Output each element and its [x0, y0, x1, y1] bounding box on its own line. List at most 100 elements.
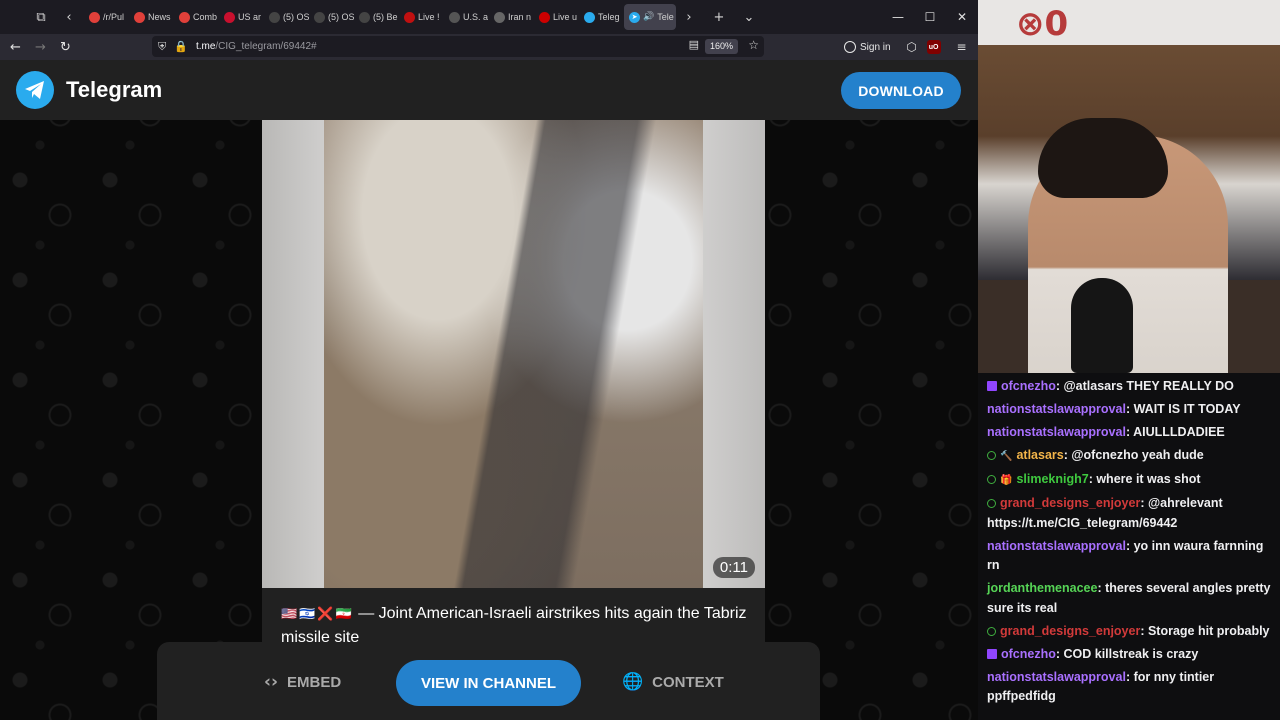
url-text[interactable]: t.me/CIG_telegram/69442#	[196, 41, 317, 52]
favicon-icon	[404, 11, 415, 23]
telegram-brand[interactable]: Telegram	[66, 77, 162, 103]
tab[interactable]: (5) OS	[309, 4, 354, 30]
tab[interactable]: (5) Be	[354, 4, 399, 30]
chat-username[interactable]: nationstatslawapproval	[987, 402, 1126, 416]
video-player[interactable]: 0:11	[262, 120, 765, 588]
tab-label: /r/Pul	[103, 12, 125, 22]
tab[interactable]: Live u	[534, 4, 579, 30]
favicon-icon	[314, 11, 325, 23]
context-button[interactable]: 🌐 CONTEXT	[622, 672, 724, 692]
view-in-channel-button[interactable]: VIEW IN CHANNEL	[396, 660, 581, 706]
chat-username[interactable]: ofcnezho	[1001, 379, 1056, 393]
favicon-icon	[269, 11, 280, 23]
tab[interactable]: /r/Pul	[84, 4, 129, 30]
chat-extra-badge-icon[interactable]: 🎁	[1000, 475, 1012, 486]
ublock-origin-icon[interactable]: uO	[926, 40, 941, 54]
bookmark-star-icon[interactable]: ☆	[748, 38, 759, 52]
forward-icon[interactable]: →	[28, 36, 53, 58]
tab-list-dropdown-icon[interactable]: ⌄	[736, 4, 762, 30]
tab[interactable]: Comb	[174, 4, 219, 30]
extensions-icon[interactable]: ⬡	[901, 40, 923, 54]
chat-username[interactable]: jordanthemenacee	[987, 581, 1097, 595]
tab-scroll-right-icon[interactable]: ›	[676, 4, 702, 30]
chat-text: : Storage hit probably	[1140, 623, 1270, 638]
channel-logo-icon: ⊗0	[1016, 4, 1069, 44]
tab-label: (5) OS	[283, 12, 309, 22]
tab[interactable]: Iran n	[489, 4, 534, 30]
chat-text: : @ofcnezho yeah dude	[1063, 448, 1204, 462]
tab-label: Iran n	[508, 12, 532, 22]
embed-button[interactable]: ‹› EMBED	[264, 672, 341, 692]
close-window-icon[interactable]: ✕	[946, 10, 978, 24]
maximize-icon[interactable]: ☐	[914, 10, 946, 24]
chat-text: : @atlasars THEY REALLY DO	[1055, 379, 1234, 393]
subscriber-badge-icon[interactable]	[987, 648, 997, 659]
account-icon	[844, 41, 856, 53]
tab-label: (5) OS	[328, 12, 354, 22]
chat-username[interactable]: nationstatslawapproval	[987, 539, 1126, 553]
tracking-shield-icon[interactable]: ⛨	[158, 40, 166, 54]
verified-badge-icon[interactable]	[987, 626, 996, 636]
tab-active[interactable]: ➤ 🔊 Tele ✕	[624, 4, 676, 30]
chat-extra-badge-icon[interactable]: 🔨	[1000, 451, 1012, 462]
tab-label: Live !	[418, 12, 440, 22]
chat-username[interactable]: grand_designs_enjoyer	[1000, 496, 1140, 510]
chat-username[interactable]: grand_designs_enjoyer	[1000, 624, 1140, 638]
tab-label: US ar	[238, 12, 262, 22]
tab-scroll-left-icon[interactable]: ‹	[56, 4, 82, 30]
download-button[interactable]: DOWNLOAD	[841, 72, 961, 109]
url-host: t.me	[195, 41, 216, 52]
sign-in-button[interactable]: Sign in	[844, 41, 891, 53]
context-label: CONTEXT	[652, 673, 724, 691]
tab-active-audio-icon[interactable]: 🔊	[643, 12, 654, 22]
verified-badge-icon[interactable]	[987, 451, 996, 460]
stream-chat: ofcnezho: @atlasars THEY REALLY DO nation…	[978, 375, 1280, 720]
tab[interactable]: US ar	[219, 4, 264, 30]
toolbar-right: Sign in ⬡ uO ≡	[844, 34, 973, 60]
favicon-icon	[539, 11, 550, 23]
new-tab-icon[interactable]: +	[706, 4, 732, 30]
video-blur-left	[262, 120, 324, 588]
verified-badge-icon[interactable]	[987, 475, 996, 484]
reader-view-icon[interactable]: ▤	[689, 38, 699, 51]
tab-overview-icon[interactable]: ⧉	[28, 4, 54, 30]
tab[interactable]: News	[129, 4, 174, 30]
globe-icon: 🌐	[622, 672, 644, 692]
favicon-icon	[449, 11, 460, 23]
tab-label: News	[148, 12, 171, 22]
telegram-post: 0:11 🇺🇸🇮🇱❌🇮🇷 — Joint American-Israeli ai…	[262, 120, 765, 720]
microphone	[1071, 278, 1133, 373]
menu-hamburger-icon[interactable]: ≡	[951, 40, 973, 54]
video-frame[interactable]	[324, 120, 703, 588]
chat-message: nationstatslawapproval: WAIT IS IT TODAY	[987, 400, 1272, 420]
tab[interactable]: Live !	[399, 4, 444, 30]
minimize-icon[interactable]: —	[882, 10, 914, 24]
chat-username[interactable]: slimeknigh7	[1016, 472, 1088, 486]
telegram-page: Telegram DOWNLOAD 0:11 🇺🇸🇮🇱❌🇮🇷 — Joint A…	[0, 60, 978, 720]
tab-bar: ⧉ ‹ /r/Pul News Comb US ar (5) OS (5) OS (5) B…	[0, 0, 978, 34]
chat-message: 🔨 atlasars: @ofcnezho yeah dude	[987, 446, 1272, 467]
window-controls: — ☐ ✕	[882, 10, 978, 24]
lock-icon[interactable]: 🔒	[174, 40, 188, 53]
chat-username[interactable]: nationstatslawapproval	[987, 670, 1126, 684]
telegram-logo-icon[interactable]	[16, 71, 54, 109]
tab-label: Teleg	[598, 12, 620, 22]
sign-in-label: Sign in	[860, 41, 891, 53]
video-blur-right	[703, 120, 765, 588]
chat-username[interactable]: nationstatslawapproval	[987, 425, 1126, 439]
tab-list: /r/Pul News Comb US ar (5) OS (5) OS (5) Be Liv…	[84, 4, 624, 30]
verified-badge-icon[interactable]	[987, 499, 996, 508]
stream-overlay: ⊗0 ofcnezho: @atlasars THEY REALLY DO nat…	[978, 0, 1280, 720]
subscriber-badge-icon[interactable]	[987, 381, 997, 391]
tab[interactable]: U.S. a	[444, 4, 489, 30]
chat-username[interactable]: ofcnezho	[1001, 647, 1056, 661]
back-icon[interactable]: ←	[3, 36, 28, 58]
chat-message: grand_designs_enjoyer: Storage hit proba…	[987, 622, 1272, 642]
chat-message: jordanthemenacee: theres several angles …	[987, 579, 1272, 618]
reload-icon[interactable]: ↻	[53, 36, 78, 58]
tab[interactable]: Teleg	[579, 4, 624, 30]
zoom-level[interactable]: 160%	[704, 39, 738, 54]
tab[interactable]: (5) OS	[264, 4, 309, 30]
address-bar[interactable]: ⛨ 🔒 t.me/CIG_telegram/69442# ▤ 160% ☆	[152, 36, 764, 57]
chat-username[interactable]: atlasars	[1016, 448, 1063, 462]
